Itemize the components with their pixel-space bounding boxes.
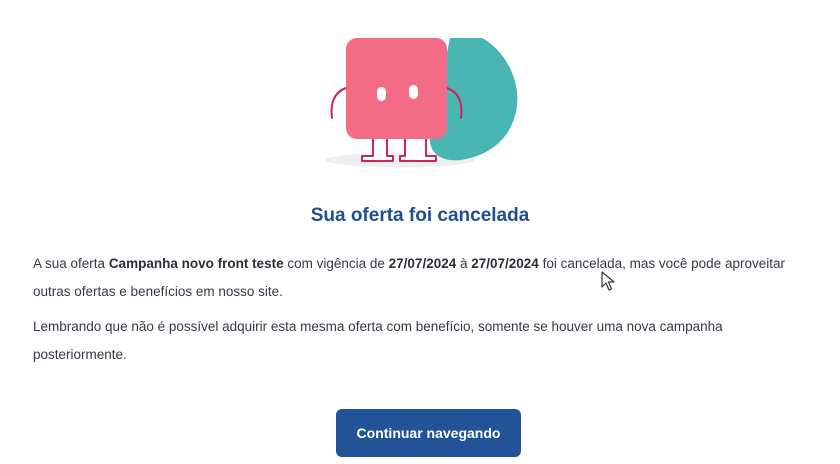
message-text: com vigência de <box>283 256 389 271</box>
mascot-body <box>346 38 447 139</box>
message-text: A sua oferta <box>33 256 109 271</box>
offer-cancelled-page: Sua oferta foi cancelada A sua oferta Ca… <box>0 0 840 464</box>
reminder-message: Lembrando que não é possível adquirir es… <box>33 319 723 362</box>
cancellation-message: A sua oferta Campanha novo front teste c… <box>33 250 813 306</box>
mascot-illustration <box>325 38 518 167</box>
page-title: Sua oferta foi cancelada <box>310 205 530 226</box>
mascot-left-eye <box>377 87 386 101</box>
continue-browsing-button[interactable]: Continuar navegando <box>336 409 521 457</box>
offer-name: Campanha novo front teste <box>108 256 284 271</box>
mascot-left-arm <box>330 87 347 119</box>
mouse-cursor-icon <box>601 271 615 291</box>
mascot-right-eye <box>409 85 418 99</box>
start-date: 27/07/2024 <box>388 256 457 271</box>
mascot-left-leg <box>361 136 394 162</box>
message-text: à <box>456 256 472 271</box>
end-date: 27/07/2024 <box>471 256 539 271</box>
